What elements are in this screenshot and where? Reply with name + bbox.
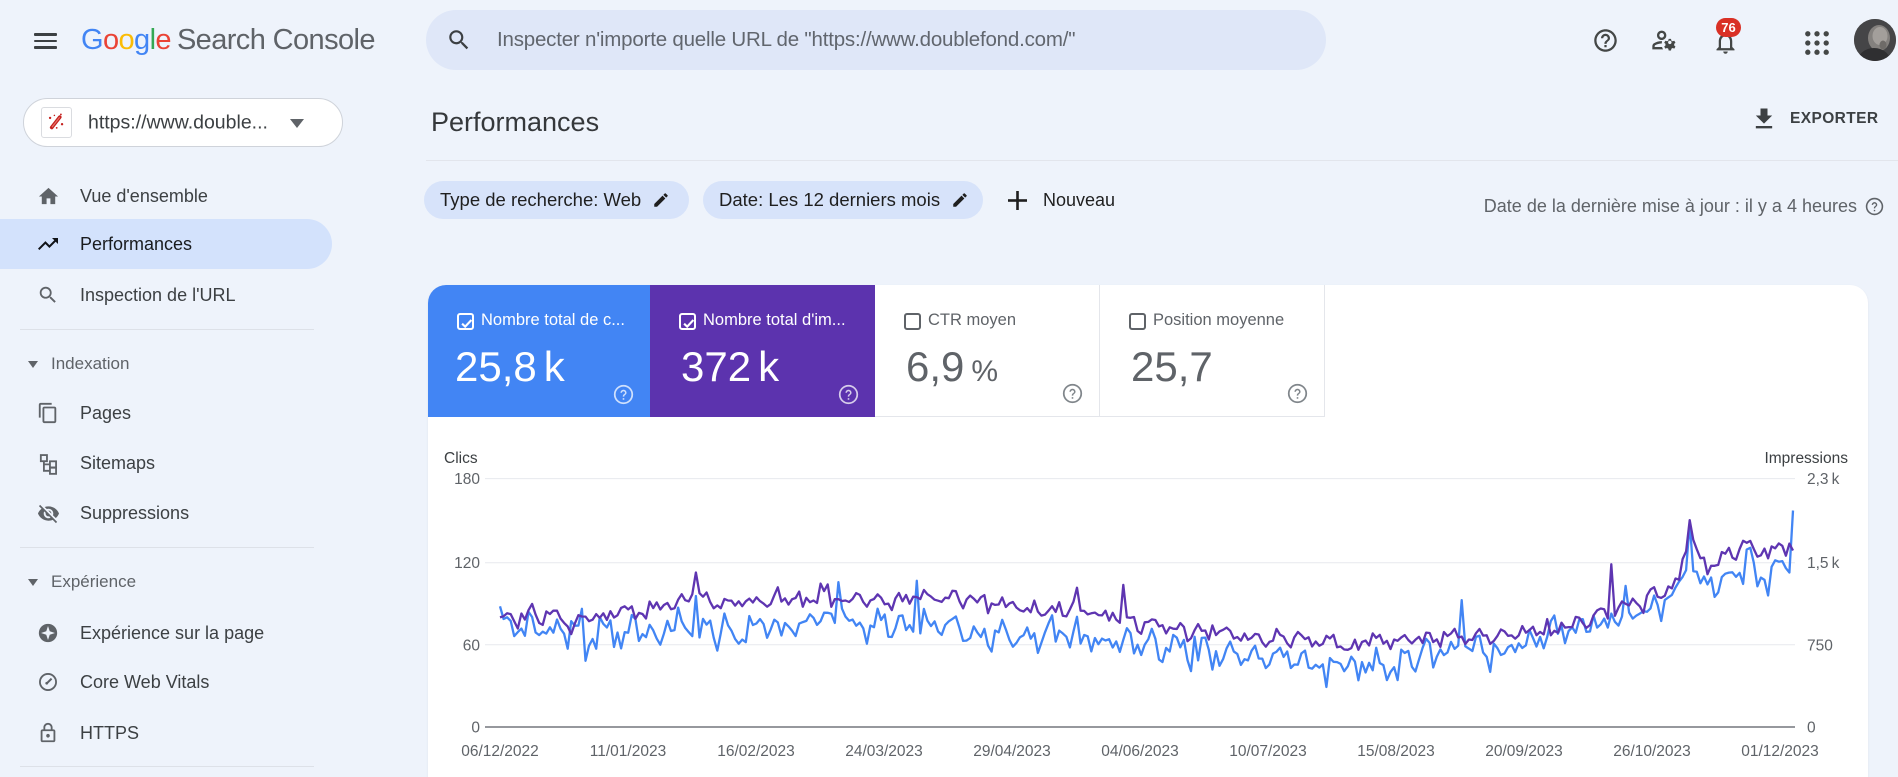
svg-text:10/07/2023: 10/07/2023: [1229, 743, 1307, 760]
svg-text:04/06/2023: 04/06/2023: [1101, 743, 1179, 760]
svg-text:60: 60: [463, 637, 481, 654]
svg-text:Clics: Clics: [444, 450, 478, 467]
svg-text:1,5 k: 1,5 k: [1807, 555, 1840, 572]
svg-text:26/10/2023: 26/10/2023: [1613, 743, 1691, 760]
svg-text:16/02/2023: 16/02/2023: [717, 743, 795, 760]
svg-text:120: 120: [454, 555, 480, 572]
svg-text:20/09/2023: 20/09/2023: [1485, 743, 1563, 760]
svg-text:750: 750: [1807, 637, 1833, 654]
svg-text:Impressions: Impressions: [1764, 450, 1848, 467]
svg-text:15/08/2023: 15/08/2023: [1357, 743, 1435, 760]
svg-text:11/01/2023: 11/01/2023: [590, 743, 666, 760]
svg-text:06/12/2022: 06/12/2022: [461, 743, 539, 760]
svg-text:2,3 k: 2,3 k: [1807, 471, 1840, 488]
svg-text:180: 180: [454, 471, 480, 488]
svg-text:24/03/2023: 24/03/2023: [845, 743, 923, 760]
svg-text:0: 0: [471, 720, 480, 737]
svg-text:29/04/2023: 29/04/2023: [973, 743, 1051, 760]
svg-text:01/12/2023: 01/12/2023: [1741, 743, 1819, 760]
svg-text:0: 0: [1807, 720, 1816, 737]
